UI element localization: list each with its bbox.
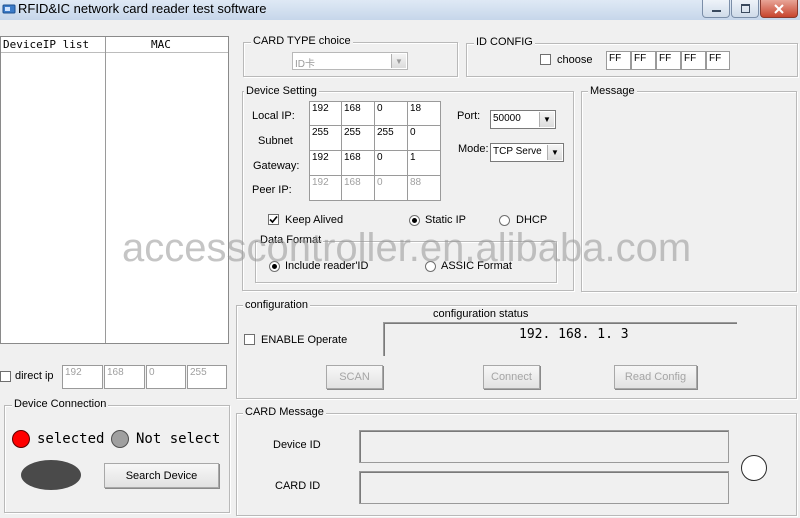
enable-operate-checkbox[interactable] xyxy=(244,334,255,345)
include-reader-id-label: Include reader'ID xyxy=(285,260,369,272)
device-id-field[interactable] xyxy=(359,430,729,463)
app-icon xyxy=(2,4,16,14)
id-byte-1[interactable]: FF xyxy=(606,51,631,70)
direct-ip-octet-4[interactable]: 255 xyxy=(187,365,227,389)
card-message-legend: CARD Message xyxy=(243,406,326,418)
direct-ip-octet-2[interactable]: 168 xyxy=(104,365,145,389)
data-format-legend: Data Format xyxy=(258,234,324,246)
port-value: 50000 xyxy=(493,113,521,124)
maximize-icon xyxy=(740,4,750,13)
id-byte-3[interactable]: FF xyxy=(656,51,681,70)
id-byte-4[interactable]: FF xyxy=(681,51,706,70)
direct-ip-octet-3[interactable]: 0 xyxy=(146,365,186,389)
direct-ip-octet-1[interactable]: 192 xyxy=(62,365,103,389)
port-select[interactable]: 50000 ▼ xyxy=(490,110,556,129)
peer-ip-octet-1[interactable]: 192 xyxy=(309,175,342,201)
gateway-octet-1[interactable]: 192 xyxy=(309,150,342,176)
local-ip-octet-1[interactable]: 192 xyxy=(309,101,342,126)
minimize-icon xyxy=(711,10,721,12)
configuration-legend: configuration xyxy=(243,299,310,311)
search-device-button[interactable]: Search Device xyxy=(104,463,219,488)
keep-alive-checkbox[interactable] xyxy=(268,214,279,225)
peer-ip-octet-3[interactable]: 0 xyxy=(374,175,408,201)
peer-ip-octet-4[interactable]: 88 xyxy=(407,175,441,201)
configuration-status-label: configuration status xyxy=(433,308,529,320)
connect-button[interactable]: Connect xyxy=(483,365,540,389)
device-connection-group xyxy=(4,405,230,513)
id-byte-5[interactable]: FF xyxy=(706,51,730,70)
gateway-label: Gateway: xyxy=(253,160,300,172)
device-id-label: Device ID xyxy=(273,439,321,451)
local-ip-label: Local IP: xyxy=(252,110,295,122)
configuration-status-value: 192. 168. 1. 3 xyxy=(519,327,629,342)
column-header-device-ip[interactable]: DeviceIP list xyxy=(3,38,89,51)
card-type-legend: CARD TYPE choice xyxy=(251,35,353,47)
peer-ip-label: Peer IP: xyxy=(252,184,292,196)
id-config-choose-label: choose xyxy=(557,54,593,66)
column-divider xyxy=(105,37,106,343)
direct-ip-label: direct ip xyxy=(15,370,54,382)
keep-alive-label: Keep Alived xyxy=(285,214,344,226)
selected-label: selected xyxy=(37,431,105,447)
id-config-legend: ID CONFIG xyxy=(474,36,535,48)
subnet-octet-1[interactable]: 255 xyxy=(309,125,342,151)
scan-button[interactable]: SCAN xyxy=(326,365,383,389)
device-setting-legend: Device Setting xyxy=(244,85,319,97)
close-icon xyxy=(774,3,784,14)
dhcp-radio[interactable] xyxy=(499,215,510,226)
assic-format-radio[interactable] xyxy=(425,261,436,272)
subnet-octet-4[interactable]: 0 xyxy=(407,125,441,151)
subnet-octet-3[interactable]: 255 xyxy=(374,125,408,151)
enable-operate-label: ENABLE Operate xyxy=(261,334,348,346)
minimize-button[interactable] xyxy=(702,0,730,18)
subnet-label: Subnet xyxy=(258,135,293,147)
window-title: RFID&IC network card reader test softwar… xyxy=(18,1,267,16)
message-legend: Message xyxy=(588,85,637,97)
card-type-select[interactable]: ID卡 ▼ xyxy=(292,52,408,70)
static-ip-radio[interactable] xyxy=(409,215,420,226)
mode-select[interactable]: TCP Serve ▼ xyxy=(490,143,564,162)
local-ip-octet-3[interactable]: 0 xyxy=(374,101,408,126)
gateway-octet-3[interactable]: 0 xyxy=(374,150,408,176)
not-select-indicator-icon xyxy=(111,430,129,448)
connection-status-oval xyxy=(21,460,81,490)
id-config-choose-checkbox[interactable] xyxy=(540,54,551,65)
checkmark-icon xyxy=(269,215,278,224)
gateway-octet-2[interactable]: 168 xyxy=(341,150,375,176)
dropdown-arrow-icon: ▼ xyxy=(539,112,554,127)
card-status-indicator-icon xyxy=(741,455,767,481)
mode-value: TCP Serve xyxy=(493,146,542,157)
card-id-field[interactable] xyxy=(359,471,729,504)
read-config-button[interactable]: Read Config xyxy=(614,365,697,389)
close-button[interactable] xyxy=(760,0,798,18)
card-type-value: ID卡 xyxy=(295,59,315,70)
device-connection-legend: Device Connection xyxy=(12,398,109,410)
mode-label: Mode: xyxy=(458,143,489,155)
maximize-button[interactable] xyxy=(731,0,759,18)
static-ip-label: Static IP xyxy=(425,214,466,226)
direct-ip-checkbox[interactable] xyxy=(0,371,11,382)
dhcp-label: DHCP xyxy=(516,214,548,226)
id-byte-2[interactable]: FF xyxy=(631,51,656,70)
peer-ip-octet-2[interactable]: 168 xyxy=(341,175,375,201)
card-id-label: CARD ID xyxy=(275,480,321,492)
local-ip-octet-4[interactable]: 18 xyxy=(407,101,441,126)
dropdown-arrow-icon: ▼ xyxy=(391,54,406,68)
not-select-label: Not select xyxy=(136,431,221,447)
port-label: Port: xyxy=(457,110,481,122)
assic-format-label: ASSIC Format xyxy=(441,260,512,272)
selected-indicator-icon xyxy=(12,430,30,448)
dropdown-arrow-icon: ▼ xyxy=(547,145,562,160)
include-reader-id-radio[interactable] xyxy=(269,261,280,272)
local-ip-octet-2[interactable]: 168 xyxy=(341,101,375,126)
device-list[interactable]: DeviceIP list MAC xyxy=(0,36,229,344)
gateway-octet-4[interactable]: 1 xyxy=(407,150,441,176)
subnet-octet-2[interactable]: 255 xyxy=(341,125,375,151)
column-header-mac[interactable]: MAC xyxy=(151,38,171,51)
message-group xyxy=(581,91,797,292)
